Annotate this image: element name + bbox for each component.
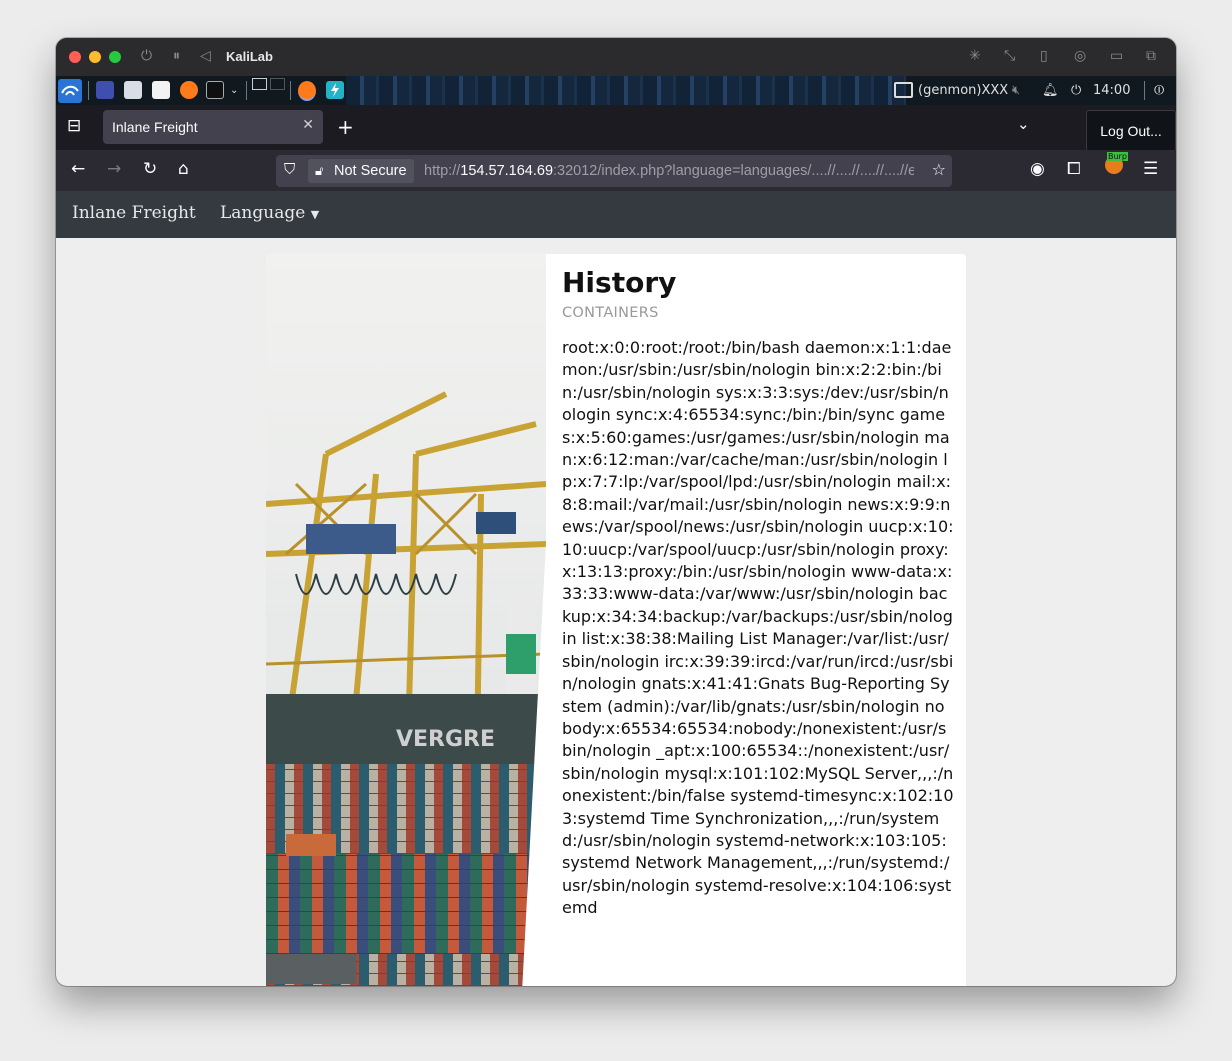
text-editor-icon[interactable] <box>152 81 170 99</box>
not-secure-badge[interactable]: 🔓︎ Not Secure <box>308 159 414 183</box>
site-navbar: Inlane Freight Language ▼ <box>56 191 1176 238</box>
logout-icon[interactable]: ⏼ <box>1154 80 1164 101</box>
forward-arrow-icon[interactable]: → <box>107 159 121 179</box>
article-title: History <box>562 266 677 299</box>
language-label: Language <box>220 203 306 223</box>
site-brand[interactable]: Inlane Freight <box>72 203 196 223</box>
burp-extension-icon[interactable]: Burp <box>1105 152 1128 174</box>
minimize-window-button[interactable] <box>89 51 101 63</box>
vm-window: ⏻ ⏸ ◁ KaliLab ✳ ⤡ ▯ ◎ ▭ ⧉ ⌄ (genmon)XXX … <box>56 38 1176 986</box>
article-body: History CONTAINERS root:x:0:0:root:/root… <box>562 266 954 920</box>
firefox-icon[interactable] <box>180 81 198 99</box>
reload-icon[interactable]: ↻ <box>143 159 157 179</box>
back-icon[interactable]: ◁ <box>200 48 211 64</box>
kali-panel: ⌄ (genmon)XXX 🔇︎ 🔔︎ ⏻ 14:00 ⏼ <box>56 76 1176 105</box>
power-icon[interactable]: ⏻ <box>1071 80 1081 101</box>
zoom-window-button[interactable] <box>109 51 121 63</box>
workspace-1[interactable] <box>252 78 267 90</box>
expand-icon[interactable]: ⤡ <box>1004 48 1015 64</box>
close-tab-icon[interactable]: ✕ <box>302 117 314 133</box>
home-icon[interactable]: ⌂ <box>178 159 189 179</box>
back-arrow-icon[interactable]: ← <box>71 159 85 179</box>
extensions-icon[interactable]: ⧠ <box>1067 159 1081 179</box>
pause-icon[interactable]: ⏸ <box>173 48 180 64</box>
clock: 14:00 <box>1093 83 1131 98</box>
star-icon[interactable]: ☆ <box>932 160 946 179</box>
language-dropdown[interactable]: Language ▼ <box>220 203 319 223</box>
svg-text:VERGRE: VERGRE <box>396 727 495 752</box>
firefox-task-icon[interactable] <box>298 81 316 101</box>
article-subtitle: CONTAINERS <box>562 305 659 321</box>
menu-icon[interactable]: ☰ <box>1143 159 1158 179</box>
account-icon[interactable]: ◉ <box>1030 159 1045 179</box>
usb-icon[interactable]: ▯ <box>1040 48 1048 64</box>
desktop-icon[interactable] <box>96 81 114 99</box>
windows-icon[interactable]: ⧉ <box>1146 48 1156 64</box>
folder-icon[interactable]: ▭ <box>1110 48 1123 64</box>
tab-inlane-freight[interactable]: Inlane Freight ✕ <box>103 110 323 144</box>
workspace-2[interactable] <box>270 78 285 90</box>
tab-strip: ⊟ Inlane Freight ✕ + ⌄ <box>56 105 1176 150</box>
web-content: Inlane Freight Language ▼ VERGRE History… <box>56 191 1176 986</box>
vm-title: KaliLab <box>226 49 273 64</box>
logout-tooltip: Log Out... <box>1086 110 1176 152</box>
chevron-down-icon[interactable]: ⌄ <box>1017 115 1030 133</box>
navigation-toolbar: ← → ↻ ⌂ ⛉ 🔓︎ Not Secure http://154.57.16… <box>56 150 1176 191</box>
url-scheme: http:// <box>424 163 461 179</box>
share-icon[interactable]: ◎ <box>1074 48 1086 64</box>
caret-down-icon: ▼ <box>310 208 320 221</box>
shield-icon[interactable]: ⛉ <box>284 160 295 178</box>
files-icon[interactable] <box>124 81 142 99</box>
kali-menu-icon[interactable] <box>58 79 82 103</box>
burp-badge: Burp <box>1107 152 1128 161</box>
close-window-button[interactable] <box>69 51 81 63</box>
tab-title: Inlane Freight <box>112 119 198 135</box>
security-label: Not Secure <box>334 163 407 179</box>
article-card: VERGRE History CONTAINERS root:x:0:0:roo… <box>266 254 966 986</box>
vm-title-bar: ⏻ ⏸ ◁ KaliLab ✳ ⤡ ▯ ◎ ▭ ⧉ <box>56 38 1176 76</box>
container-port-image: VERGRE <box>266 254 546 986</box>
genmon-label: (genmon)XXX <box>918 83 1009 98</box>
url-bar[interactable]: ⛉ 🔓︎ Not Secure http://154.57.164.69:320… <box>276 155 952 187</box>
network-icon[interactable] <box>894 82 913 98</box>
sun-icon[interactable]: ✳ <box>969 48 981 64</box>
lock-icon: 🔓︎ <box>315 163 324 178</box>
article-text: root:x:0:0:root:/root:/bin/bash daemon:x… <box>562 338 954 918</box>
mute-icon[interactable]: 🔇︎ <box>1012 80 1020 101</box>
panel-wallpaper <box>346 76 906 105</box>
plus-icon[interactable]: + <box>337 115 354 139</box>
url-text[interactable]: http://154.57.164.69:32012/index.php?lan… <box>424 163 914 179</box>
bell-icon[interactable]: 🔔︎ <box>1042 80 1059 101</box>
burp-icon[interactable] <box>326 81 344 99</box>
terminal-icon[interactable] <box>206 81 224 99</box>
chevron-down-icon[interactable]: ⌄ <box>230 80 238 101</box>
firefox-view-icon[interactable]: ⊟ <box>67 116 81 136</box>
url-path: :32012/index.php?language=languages/....… <box>553 163 914 179</box>
power-icon[interactable]: ⏻ <box>141 48 152 64</box>
url-host: 154.57.164.69 <box>460 163 554 179</box>
